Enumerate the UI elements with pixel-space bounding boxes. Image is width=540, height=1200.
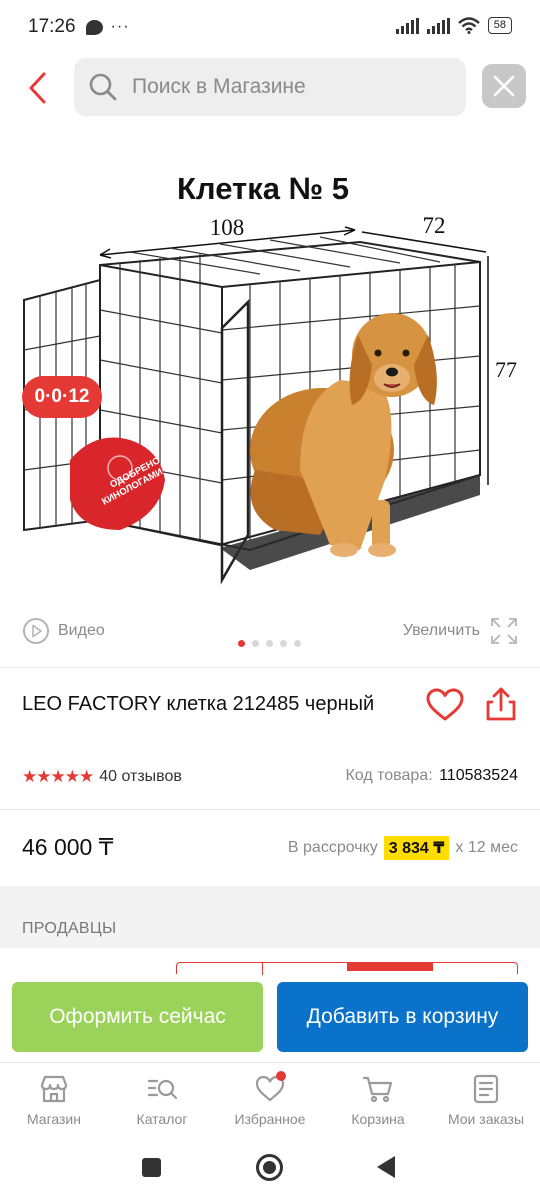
bottom-navigation: Магазин Каталог Избранное Корзина Мои за… [0, 1062, 540, 1138]
nav-label: Корзина [351, 1111, 405, 1127]
carousel-dot[interactable] [266, 640, 273, 647]
sellers-heading: ПРОДАВЦЫ [22, 920, 117, 937]
battery-icon: 58 [487, 17, 512, 34]
message-notification-icon [85, 19, 103, 35]
add-to-cart-button[interactable]: Добавить в корзину [277, 982, 528, 1052]
wifi-icon [457, 17, 480, 34]
close-icon [493, 75, 515, 97]
favorites-badge [276, 1071, 286, 1081]
cell-signal-2-icon [426, 17, 450, 34]
cell-signal-icon [395, 17, 419, 34]
search-placeholder: Поиск в Магазине [132, 75, 306, 98]
nav-label: Каталог [136, 1111, 188, 1127]
installment-info[interactable]: В рассрочку 3 834 ₸ x 12 мес [288, 836, 518, 860]
zoom-button[interactable]: Увеличить [403, 617, 518, 645]
action-bar: Оформить сейчас Добавить в корзину [0, 978, 540, 1058]
installment-term: x 12 мес [455, 839, 518, 856]
divider [0, 667, 540, 668]
reviews-link[interactable]: 40 отзывов [99, 768, 182, 786]
image-carousel-indicator [238, 640, 301, 647]
sku-value: 110583524 [439, 767, 518, 784]
share-icon [486, 687, 516, 721]
orders-icon [473, 1074, 499, 1104]
recent-apps-button[interactable] [142, 1158, 161, 1177]
product-price: 46 000 ₸ [22, 834, 114, 860]
status-bar: 17:26 ··· 58 [0, 0, 540, 54]
nav-item-catalog[interactable]: Каталог [108, 1063, 216, 1138]
status-time: 17:26 [28, 16, 76, 37]
dim-length-label: 108 [210, 215, 245, 240]
nav-label: Мои заказы [447, 1111, 525, 1127]
system-back-button[interactable] [377, 1156, 395, 1178]
search-header: Поиск в Магазине [0, 58, 540, 116]
section-separator [0, 886, 540, 948]
dog-illustration [250, 313, 437, 557]
installment-amount: 3 834 ₸ [383, 836, 450, 860]
home-button[interactable] [256, 1154, 283, 1181]
installment-promo-badge: 0·0·12 [22, 376, 102, 418]
more-notifications-icon: ··· [110, 18, 130, 35]
installment-label: В рассрочку [287, 839, 378, 856]
approved-stamp-logo: ОДОБРЕНО КИНОЛОГАМИ [70, 437, 165, 530]
dim-height-label: 77 [495, 357, 517, 382]
store-icon [40, 1075, 68, 1103]
zoom-label: Увеличить [402, 622, 480, 639]
product-image[interactable]: Клетка № 5 108 72 77 ОДОБРЕНО КИНОЛОГАМИ [0, 150, 540, 600]
nav-item-favorites[interactable]: Избранное [216, 1063, 324, 1138]
buy-now-button[interactable]: Оформить сейчас [12, 982, 263, 1052]
carousel-dot[interactable] [252, 640, 259, 647]
product-title: LEO FACTORY клетка 212485 черный [22, 693, 375, 715]
catalog-search-icon [147, 1079, 178, 1100]
image-heading: Клетка № 5 [177, 171, 349, 206]
system-navigation-bar [0, 1138, 540, 1200]
nav-label: Избранное [234, 1111, 306, 1127]
video-label: Видео [58, 622, 105, 639]
product-code: Код товара: 110583524 [345, 767, 518, 785]
product-photo: Клетка № 5 108 72 77 ОДОБРЕНО КИНОЛОГАМИ [23, 171, 517, 585]
video-button[interactable]: Видео [22, 617, 105, 645]
nav-item-orders[interactable]: Мои заказы [432, 1063, 540, 1138]
rating-stars[interactable]: ★★★★★ [22, 767, 94, 787]
add-to-favorites-button[interactable] [426, 688, 464, 722]
nav-label: Магазин [26, 1111, 81, 1127]
search-input[interactable]: Поиск в Магазине [74, 58, 466, 116]
nav-item-store[interactable]: Магазин [0, 1063, 108, 1138]
chevron-left-icon [29, 72, 46, 104]
seller-tabs[interactable] [176, 962, 518, 975]
close-button[interactable] [482, 64, 526, 108]
nav-item-cart[interactable]: Корзина [324, 1063, 432, 1138]
carousel-dot[interactable] [280, 640, 287, 647]
carousel-dot[interactable] [294, 640, 301, 647]
expand-icon [491, 618, 517, 644]
cart-icon [362, 1076, 393, 1103]
play-circle-icon [23, 618, 49, 644]
search-icon [89, 73, 117, 101]
rating-row: ★★★★★ 40 отзывов Код товара: 110583524 [22, 766, 518, 788]
share-button[interactable] [484, 686, 518, 722]
sku-label: Код товара: [345, 767, 433, 784]
divider [0, 809, 540, 810]
carousel-dot[interactable] [238, 640, 245, 647]
heart-icon [426, 688, 464, 721]
back-button[interactable] [24, 70, 54, 106]
dim-width-label: 72 [423, 213, 446, 238]
